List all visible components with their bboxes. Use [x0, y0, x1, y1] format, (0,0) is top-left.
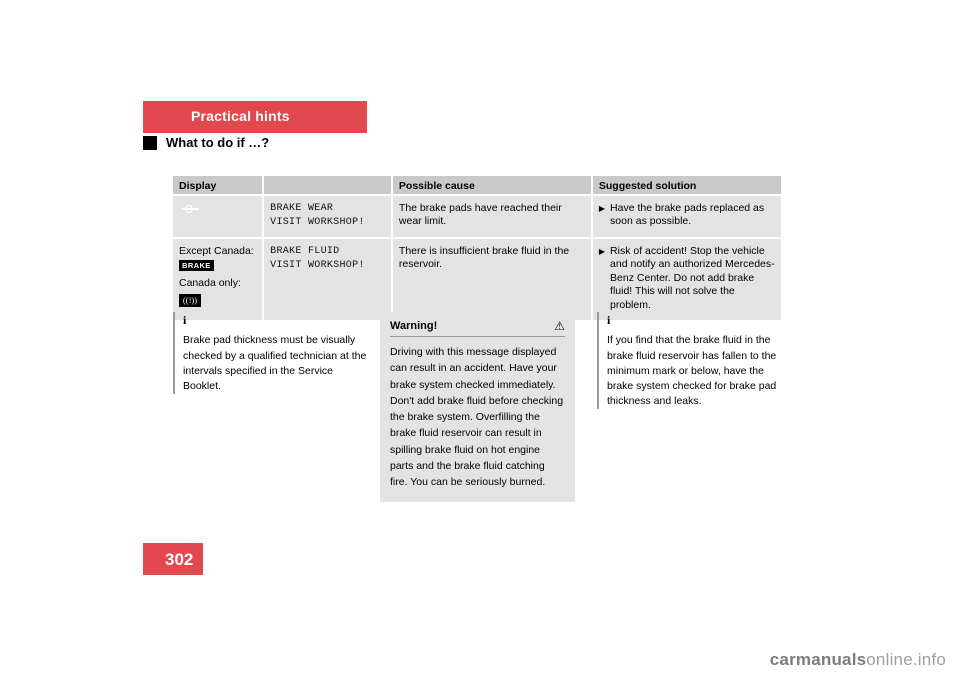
note-left: i Brake pad thickness must be visually c…: [173, 312, 369, 395]
parking-brake-icon: ((!)): [179, 293, 201, 307]
note-right-rule: [597, 312, 599, 410]
section-tab-marker: [143, 136, 157, 150]
cell-possible-cause: There is insufficient brake fluid in the…: [392, 239, 591, 321]
watermark: carmanualsonline.info: [770, 650, 946, 670]
warning-header: Warning! ⚠: [390, 320, 565, 337]
watermark-part2: online.info: [866, 650, 946, 669]
table-header-row: Display Possible cause Suggested solutio…: [173, 176, 781, 194]
table-row: BRAKE WEAR VISIT WORKSHOP! The brake pad…: [173, 196, 781, 237]
column-header-display: Display: [173, 176, 263, 194]
warning-text: Driving with this message displayed can …: [390, 346, 564, 489]
page-number: 302: [165, 550, 194, 569]
brake-icon: BRAKE: [179, 260, 214, 271]
warning-title: Warning!: [390, 320, 438, 332]
warning-triangle-icon: ⚠: [554, 319, 565, 333]
solution-text: Have the brake pads replaced as soon as …: [610, 202, 765, 228]
note-right-text: If you find that the brake fluid in the …: [607, 334, 777, 408]
display-text-line-2: VISIT WORKSHOP!: [270, 259, 365, 271]
note-right: i If you find that the brake fluid in th…: [597, 312, 787, 410]
column-header-cause: Possible cause: [392, 176, 591, 194]
cell-display-symbol: [173, 196, 263, 237]
display-text-line-1: BRAKE FLUID: [270, 246, 340, 257]
info-icon: i: [607, 313, 612, 327]
cell-display-text: BRAKE WEAR VISIT WORKSHOP!: [264, 196, 391, 237]
display-text-line-2: VISIT WORKSHOP!: [270, 216, 365, 228]
bullet-arrow-icon: ▶: [598, 204, 606, 213]
canada-only-label: Canada only:: [179, 277, 241, 290]
page-number-box: 302: [143, 543, 203, 575]
watermark-part1: carmanuals: [769, 650, 867, 669]
note-left-rule: [173, 312, 175, 395]
display-text-line-1: BRAKE WEAR: [270, 203, 334, 214]
except-canada-label: Except Canada:: [179, 245, 254, 257]
chapter-title: Practical hints: [191, 108, 290, 124]
chapter-header-bar: Practical hints: [143, 101, 367, 133]
warning-box: Warning! ⚠ Driving with this message dis…: [380, 312, 575, 503]
cell-possible-cause: The brake pads have reached their wear l…: [392, 196, 591, 237]
column-header-solution: Suggested solution: [592, 176, 781, 194]
column-header-display-text: [264, 176, 391, 194]
cell-suggested-solution: ▶ Risk of accident! Stop the vehicle and…: [592, 239, 781, 321]
section-title: What to do if …?: [166, 135, 270, 150]
info-icon: i: [183, 313, 188, 327]
table-row: Except Canada: BRAKE Canada only: ((!)) …: [173, 239, 781, 321]
cell-suggested-solution: ▶ Have the brake pads replaced as soon a…: [592, 196, 781, 237]
cell-display-symbol: Except Canada: BRAKE Canada only: ((!)): [173, 239, 263, 321]
bullet-arrow-icon: ▶: [598, 247, 606, 256]
troubleshooting-table: Display Possible cause Suggested solutio…: [173, 176, 781, 321]
solution-text: Risk of accident! Stop the vehicle and n…: [610, 245, 775, 311]
document-page: Practical hints What to do if …? Display…: [0, 0, 960, 678]
cell-display-text: BRAKE FLUID VISIT WORKSHOP!: [264, 239, 391, 321]
note-left-text: Brake pad thickness must be visually che…: [183, 334, 367, 393]
